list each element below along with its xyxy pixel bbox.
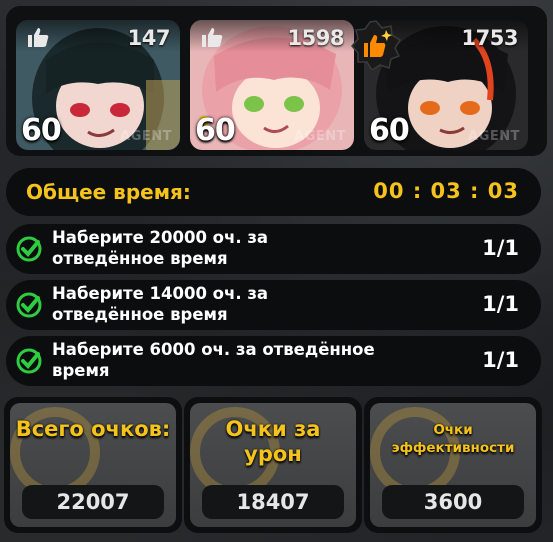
stat-value: 22007 [56,490,130,514]
stat-card-body: Всего очков: 22007 [10,403,176,527]
top-like-badge-icon [351,20,401,70]
agent-lineup-panel: 147 60 AGENT 1598 60 AGENT 1753 60 AGENT [6,6,547,156]
thumbs-up-icon [28,28,49,47]
task-description: Наберите 6000 оч. за отведённое время [52,340,375,380]
like-count: 1598 [287,26,345,50]
check-icon [16,292,42,318]
task-row: Наберите 14000 оч. за отведённое время 1… [6,280,541,330]
stat-value: 18407 [236,490,310,514]
task-progress: 1/1 [482,348,519,372]
agent-level: 60 [369,113,410,148]
agent-level: 60 [21,113,62,148]
total-time-label: Общее время: [26,180,191,204]
task-description: Наберите 20000 оч. за отведённое время [52,228,269,268]
stat-card-damage: Очки за урон 18407 [184,397,362,533]
agent-tag: AGENT [468,129,520,144]
stat-value: 3600 [423,490,483,514]
stat-card-body: Очки эффективности 3600 [370,403,536,527]
check-icon [16,348,42,374]
stat-label: Всего очков: [15,417,171,441]
stat-value-box: 3600 [382,485,524,519]
agent-tag: AGENT [294,129,346,144]
like-count: 1753 [461,26,519,50]
task-description: Наберите 14000 оч. за отведённое время [52,284,269,324]
total-time-bar: Общее время: 00 : 03 : 03 [6,168,541,216]
agent-tag: AGENT [120,129,172,144]
stat-card-total: Всего очков: 22007 [4,397,182,533]
check-icon [16,236,42,262]
task-progress: 1/1 [482,292,519,316]
stat-label: Очки эффективности [391,422,515,456]
agent-card-2[interactable]: 1598 60 AGENT [190,20,354,150]
stat-value-box: 22007 [22,485,164,519]
stat-value-box: 18407 [202,485,344,519]
stat-card-body: Очки за урон 18407 [190,403,356,527]
like-count: 147 [127,26,171,50]
total-time-value: 00 : 03 : 03 [373,179,519,203]
stat-label: Очки за урон [225,417,321,466]
task-progress: 1/1 [482,236,519,260]
task-row: Наберите 20000 оч. за отведённое время 1… [6,224,541,274]
agent-level: 60 [195,113,236,148]
task-row: Наберите 6000 оч. за отведённое время 1/… [6,336,541,386]
thumbs-up-icon [202,28,223,47]
agent-card-1[interactable]: 147 60 AGENT [16,20,180,150]
stat-card-efficiency: Очки эффективности 3600 [364,397,542,533]
